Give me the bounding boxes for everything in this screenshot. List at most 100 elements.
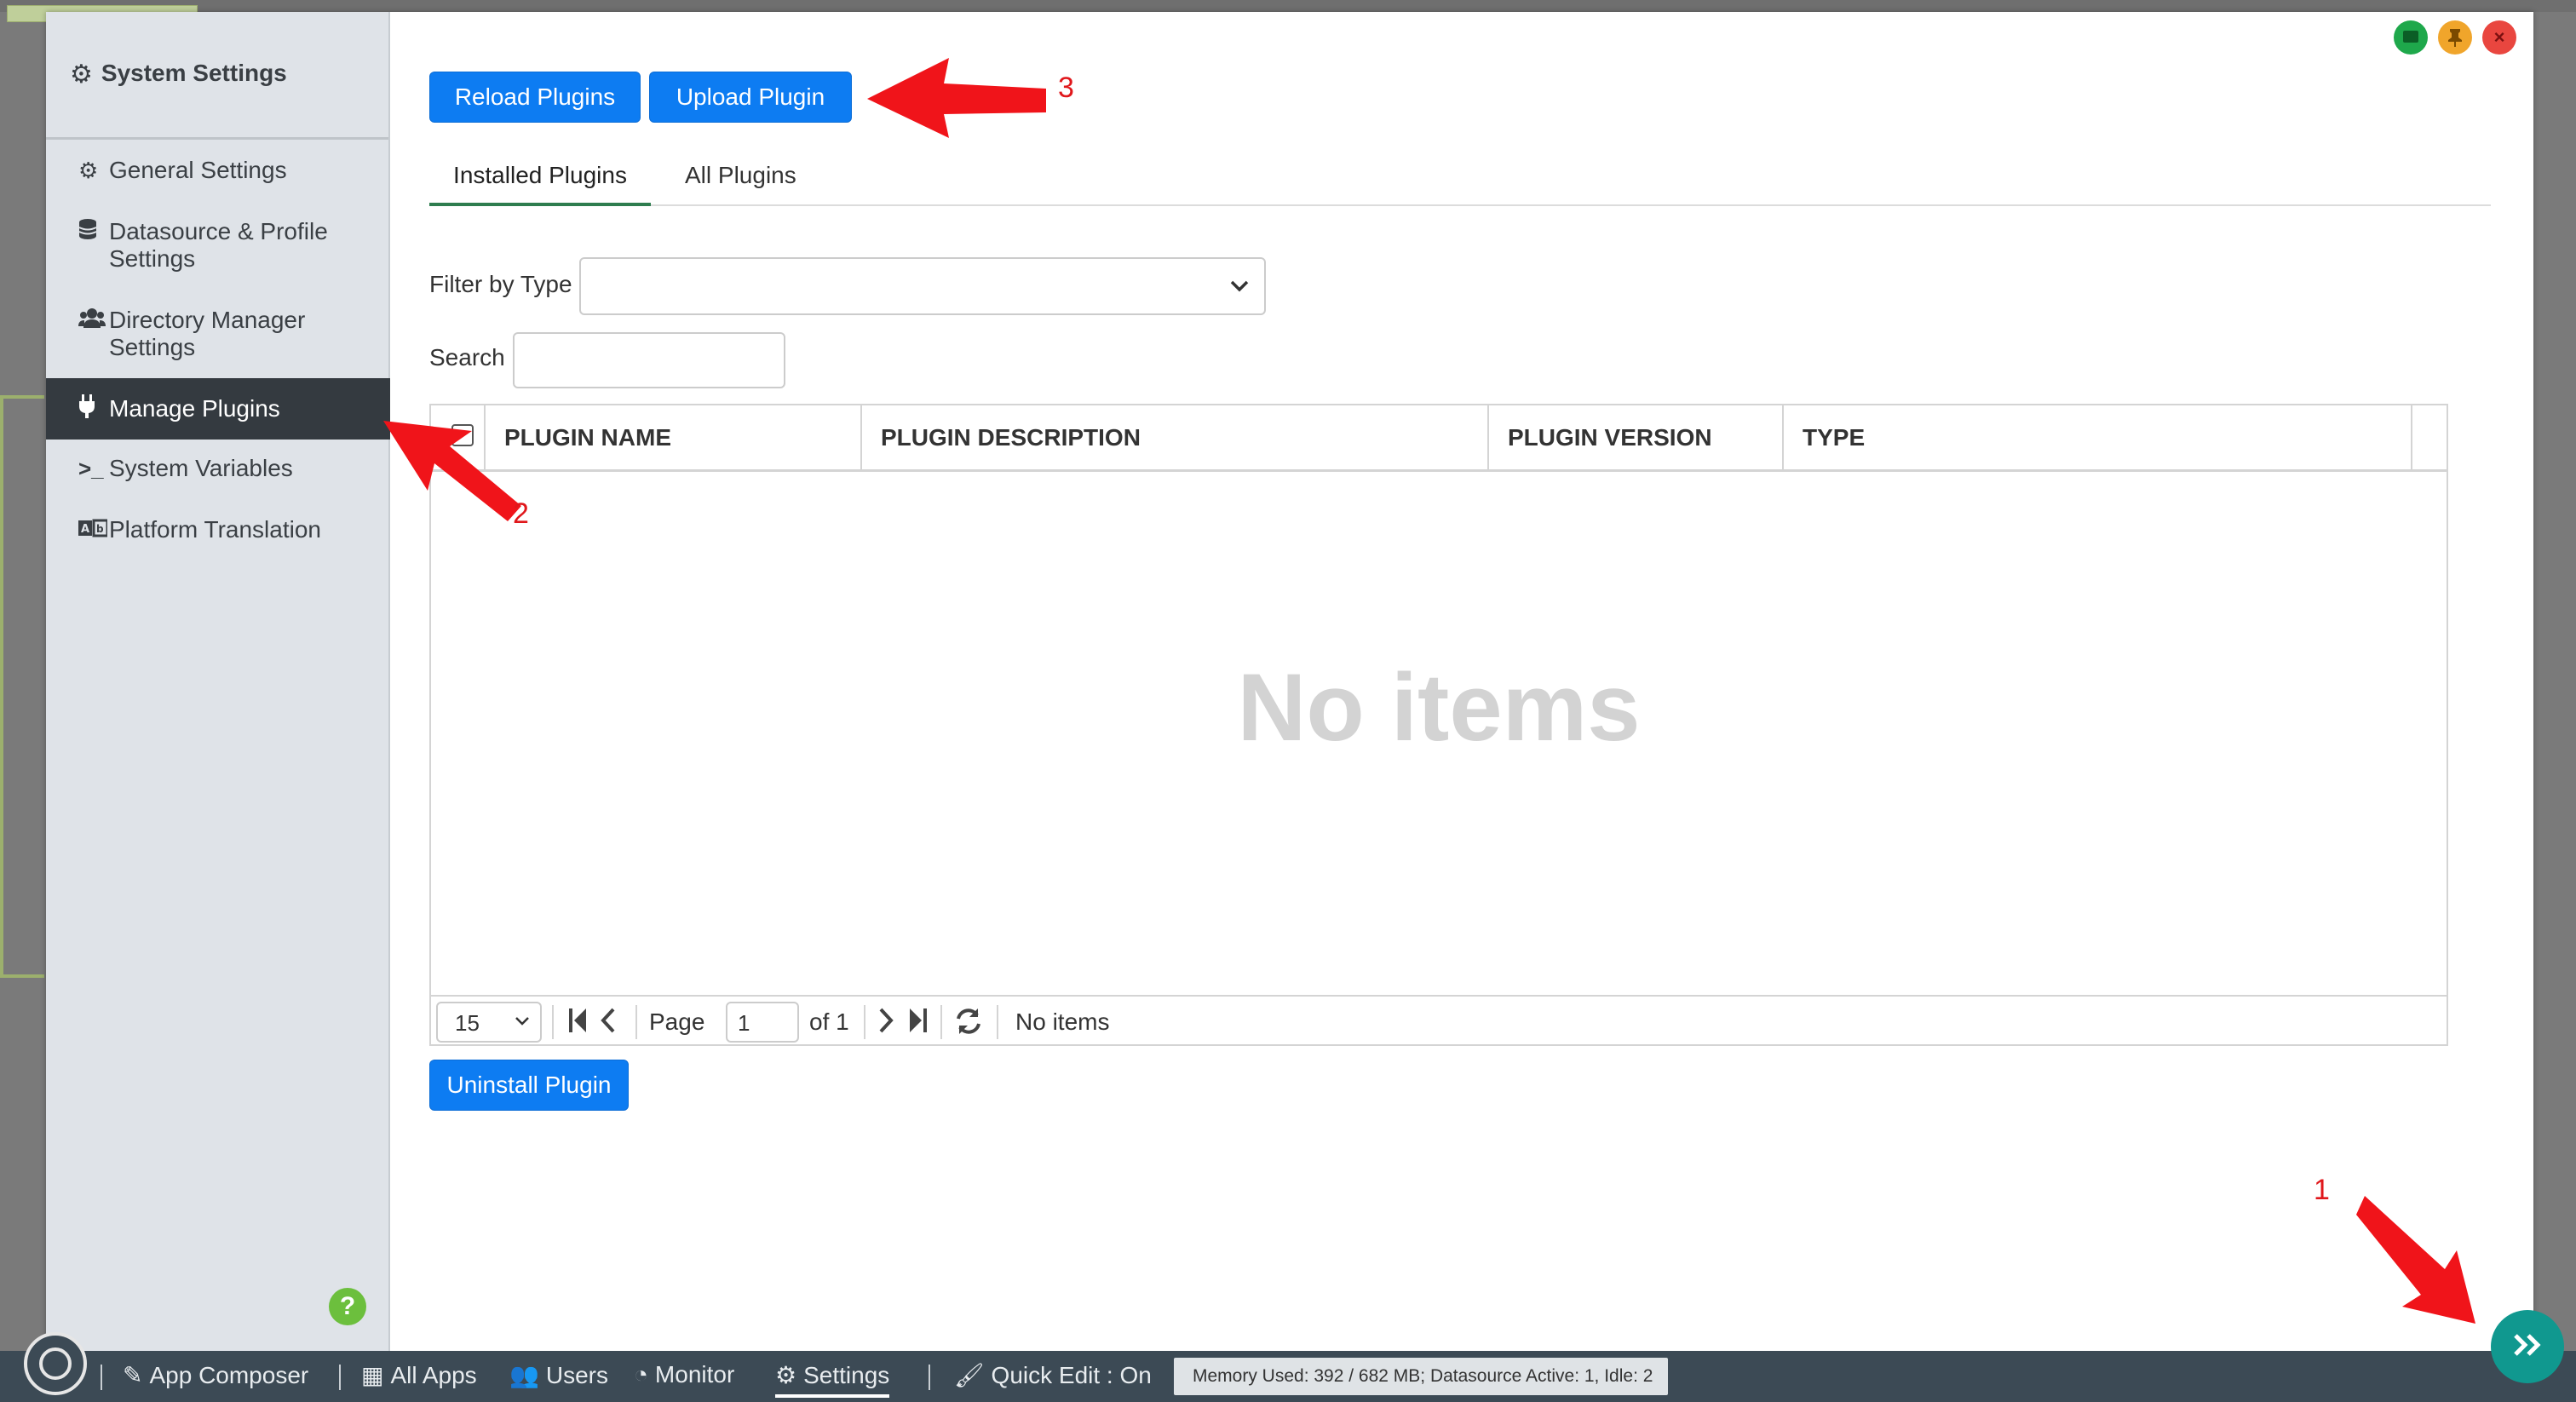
background-app-panel — [0, 395, 44, 978]
column-plugin-description[interactable]: PLUGIN DESCRIPTION — [860, 405, 1489, 472]
logo-icon — [39, 1347, 72, 1380]
chevron-down-icon — [1230, 274, 1249, 298]
taskbar-item-label: All Apps — [390, 1362, 477, 1388]
sidebar-item-label: Manage Plugins — [109, 395, 280, 422]
refresh-button[interactable] — [954, 1007, 983, 1043]
language-icon: Ab — [78, 516, 109, 543]
close-button[interactable]: × — [2482, 20, 2516, 55]
last-page-icon — [910, 1008, 927, 1032]
taskbar-divider — [929, 1365, 930, 1390]
chevron-down-icon — [515, 1012, 530, 1031]
pager-status: No items — [1015, 1008, 1110, 1035]
svg-text:A: A — [81, 523, 89, 536]
sidebar-item-label: Datasource & Profile Settings — [109, 218, 328, 272]
plugin-tabs: Installed Plugins All Plugins — [429, 152, 2491, 206]
sidebar-item-manage-plugins[interactable]: Manage Plugins — [46, 378, 390, 440]
pager-divider — [997, 1005, 998, 1039]
database-icon — [78, 218, 109, 246]
gear-icon: ⚙ — [78, 158, 99, 183]
help-icon: ? — [339, 1292, 356, 1320]
pin-button[interactable] — [2438, 20, 2472, 55]
annotation-label-1: 1 — [2314, 1174, 2330, 1206]
annotation-arrow-2 — [383, 421, 521, 521]
refresh-icon — [957, 1008, 980, 1034]
empty-state-message: No items — [1237, 654, 1641, 761]
edit-icon: ✎ — [123, 1362, 143, 1388]
sidebar-item-system-variables[interactable]: >_ System Variables — [46, 455, 310, 482]
background-app-strip — [0, 0, 2576, 12]
previous-page-button[interactable] — [600, 1007, 617, 1041]
sidebar-item-general-settings[interactable]: ⚙ General Settings — [46, 157, 304, 184]
taskbar-app-composer[interactable]: ✎ App Composer — [123, 1361, 308, 1389]
grid-icon: ▦ — [361, 1362, 384, 1388]
plugins-table: PLUGIN NAME PLUGIN DESCRIPTION PLUGIN VE… — [429, 404, 2448, 1046]
search-label: Search — [429, 344, 505, 371]
taskbar-item-label: Users — [545, 1362, 608, 1388]
taskbar-item-label: Quick Edit : On — [991, 1362, 1152, 1388]
sidebar-title: System Settings — [101, 60, 287, 86]
taskbar-users[interactable]: 👥 Users — [509, 1361, 608, 1389]
upload-plugin-button[interactable]: Upload Plugin — [649, 72, 852, 123]
platform-logo[interactable] — [24, 1332, 87, 1395]
last-page-button[interactable] — [908, 1007, 929, 1041]
page-number-value: 1 — [738, 1010, 750, 1036]
next-page-button[interactable] — [877, 1007, 894, 1041]
tab-installed-plugins[interactable]: Installed Plugins — [429, 152, 651, 206]
gears-icon: ⚙ — [775, 1362, 797, 1388]
chevron-left-icon — [601, 1008, 615, 1033]
taskbar-all-apps[interactable]: ▦ All Apps — [361, 1361, 477, 1389]
brush-icon: 🖌 — [954, 1362, 985, 1388]
svg-text:b: b — [96, 523, 104, 535]
sidebar-item-label: Platform Translation — [109, 516, 321, 543]
taskbar-quick-edit-toggle[interactable]: 🖌 Quick Edit : On — [954, 1361, 1152, 1389]
page-number-input[interactable]: 1 — [726, 1002, 799, 1043]
bottom-taskbar: ✎ App Composer ▦ All Apps 👥 Users ◔ Monitor … — [0, 1332, 2576, 1402]
sidebar-item-datasource-profile[interactable]: Datasource & Profile Settings — [46, 218, 382, 273]
sidebar-header: ⚙ System Settings — [46, 12, 388, 140]
first-page-icon — [569, 1008, 586, 1032]
column-plugin-name[interactable]: PLUGIN NAME — [484, 405, 862, 472]
pager-divider — [940, 1005, 942, 1039]
pager-divider — [552, 1005, 554, 1039]
screen: × ⚙ System Settings ⚙ General Settings D… — [0, 0, 2576, 1402]
pager-divider — [864, 1005, 865, 1039]
taskbar-monitor[interactable]: ◔ Monitor — [634, 1361, 734, 1388]
first-page-button[interactable] — [567, 1007, 588, 1041]
terminal-icon: >_ — [78, 456, 104, 481]
uninstall-plugin-button[interactable]: Uninstall Plugin — [429, 1060, 629, 1111]
filter-by-type-select[interactable] — [579, 257, 1266, 315]
expand-panel-button[interactable] — [2491, 1310, 2564, 1383]
taskbar-divider — [339, 1365, 341, 1390]
pin-icon — [2448, 29, 2462, 47]
sidebar-item-directory-manager[interactable]: Directory Manager Settings — [46, 307, 382, 361]
page-size-select[interactable]: 15 — [436, 1002, 542, 1043]
chevron-right-icon — [879, 1008, 894, 1033]
taskbar-item-label: App Composer — [149, 1362, 309, 1388]
memory-status: Memory Used: 392 / 682 MB; Datasource Ac… — [1174, 1358, 1668, 1395]
reload-plugins-button[interactable]: Reload Plugins — [429, 72, 641, 123]
sidebar-item-platform-translation[interactable]: Ab Platform Translation — [46, 516, 338, 543]
taskbar-item-label: Settings — [803, 1362, 890, 1388]
search-input[interactable] — [513, 332, 785, 388]
dashboard-icon: ◔ — [634, 1361, 648, 1388]
tab-all-plugins[interactable]: All Plugins — [685, 152, 796, 206]
pagination-bar: 15 Page 1 of 1 No items — [431, 995, 2447, 1046]
gears-icon: ⚙ — [70, 60, 93, 89]
pager-divider — [635, 1005, 637, 1039]
column-plugin-version[interactable]: PLUGIN VERSION — [1487, 405, 1784, 472]
table-header: PLUGIN NAME PLUGIN DESCRIPTION PLUGIN VE… — [431, 405, 2447, 472]
taskbar-divider — [101, 1365, 102, 1390]
settings-sidebar: ⚙ System Settings ⚙ General Settings Dat… — [46, 12, 390, 1351]
minimize-button[interactable] — [2394, 20, 2428, 55]
annotation-label-3: 3 — [1058, 72, 1074, 104]
taskbar-item-label: Monitor — [654, 1361, 735, 1388]
taskbar-settings[interactable]: ⚙ Settings — [775, 1361, 890, 1398]
users-icon — [78, 307, 109, 334]
page-count-label: of 1 — [809, 1008, 849, 1035]
help-button[interactable]: ? — [329, 1288, 366, 1325]
users-icon: 👥 — [509, 1362, 539, 1388]
column-type[interactable]: TYPE — [1782, 405, 2412, 472]
column-spacer — [2411, 405, 2448, 472]
annotation-arrow-3 — [867, 58, 1046, 138]
sidebar-item-label: General Settings — [109, 157, 287, 183]
